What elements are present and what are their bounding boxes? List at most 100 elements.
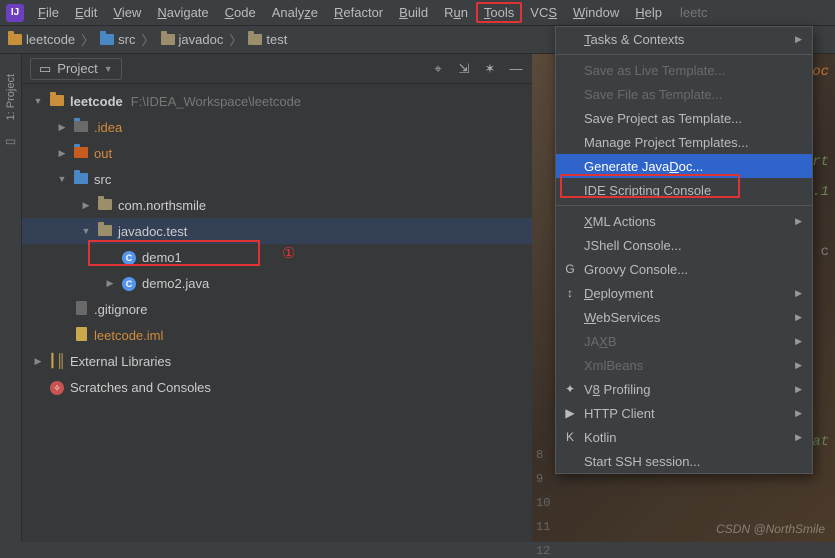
menu-bar: IJ File Edit View Navigate Code Analyze … xyxy=(0,0,835,26)
line-number: 10 xyxy=(536,496,550,510)
menu-navigate[interactable]: Navigate xyxy=(149,2,216,23)
structure-tool-icon[interactable]: ▭ xyxy=(4,134,18,148)
menu-view[interactable]: View xyxy=(105,2,149,23)
tools-menu-dropdown: Tasks & Contexts▶ Save as Live Template..… xyxy=(555,26,813,474)
menu-run[interactable]: Run xyxy=(436,2,476,23)
menu-item-generate-javadoc[interactable]: Generate JavaDoc... xyxy=(556,154,812,178)
tree-node-idea[interactable]: .idea xyxy=(22,114,532,140)
menu-item-jshell-console[interactable]: JShell Console... xyxy=(556,233,812,257)
library-icon: ┃║ xyxy=(48,353,66,369)
menu-refactor[interactable]: Refactor xyxy=(326,2,391,23)
submenu-arrow-icon: ▶ xyxy=(795,34,802,45)
settings-gear-icon[interactable]: ✶ xyxy=(482,61,498,77)
tree-node-out[interactable]: out xyxy=(22,140,532,166)
menu-item-start-ssh-session[interactable]: Start SSH session... xyxy=(556,449,812,473)
menu-item-icon: K xyxy=(562,430,578,444)
menu-item-jaxb: JAXB▶ xyxy=(556,329,812,353)
project-tree[interactable]: leetcodeF:\IDEA_Workspace\leetcode .idea… xyxy=(22,84,532,404)
menu-item-kotlin[interactable]: K Kotlin ▶ xyxy=(556,425,812,449)
menu-item-label: HTTP Client xyxy=(584,406,655,421)
menu-item-label: Start SSH session... xyxy=(584,454,700,469)
tree-node-iml[interactable]: leetcode.iml xyxy=(22,322,532,348)
breadcrumb-item[interactable]: leetcode〉 xyxy=(8,30,96,49)
tool-window-header: ▭ Project ▼ ⌖ ⇲ ✶ — xyxy=(22,54,532,84)
menu-item-icon: ↕ xyxy=(562,286,578,300)
tree-node-scratches[interactable]: ✧ Scratches and Consoles xyxy=(22,374,532,400)
menu-item-v8-profiling[interactable]: ✦V8 Profiling▶ xyxy=(556,377,812,401)
scratch-icon: ✧ xyxy=(50,381,64,395)
menu-vcs[interactable]: VCS xyxy=(522,2,565,23)
menu-item-tasks-contexts[interactable]: Tasks & Contexts▶ xyxy=(556,27,812,51)
menu-item-http-client[interactable]: ▶HTTP Client▶ xyxy=(556,401,812,425)
submenu-arrow-icon: ▶ xyxy=(795,432,802,443)
package-icon xyxy=(98,199,112,210)
menu-item-save-project-as-template[interactable]: Save Project as Template... xyxy=(556,106,812,130)
menu-item-label: Kotlin xyxy=(584,430,617,445)
menu-item-icon: G xyxy=(562,262,578,276)
tree-node-project-root[interactable]: leetcodeF:\IDEA_Workspace\leetcode xyxy=(22,88,532,114)
folder-icon xyxy=(74,147,88,158)
menu-file[interactable]: File xyxy=(30,2,67,23)
menu-window[interactable]: Window xyxy=(565,2,627,23)
class-icon: C xyxy=(122,251,136,265)
breadcrumb-item[interactable]: test xyxy=(248,32,287,47)
menu-item-ide-scripting-console[interactable]: IDE Scripting Console xyxy=(556,178,812,202)
select-opened-file-icon[interactable]: ⌖ xyxy=(430,61,446,77)
menu-help[interactable]: Help xyxy=(627,2,670,23)
expand-all-icon[interactable]: ⇲ xyxy=(456,61,472,77)
menu-item-save-as-live-template: Save as Live Template... xyxy=(556,58,812,82)
tree-node-src[interactable]: src xyxy=(22,166,532,192)
line-number: 11 xyxy=(536,520,550,534)
menu-item-xmlbeans: XmlBeans▶ xyxy=(556,353,812,377)
menu-analyze[interactable]: Analyze xyxy=(264,2,326,23)
package-icon xyxy=(98,225,112,236)
menu-code[interactable]: Code xyxy=(217,2,264,23)
menu-item-label: JAXB xyxy=(584,334,617,349)
line-number: 12 xyxy=(536,544,550,558)
tree-node-package[interactable]: com.northsmile xyxy=(22,192,532,218)
tree-node-javadoc-test[interactable]: javadoc.test xyxy=(22,218,532,244)
project-name-label: leetc xyxy=(680,5,707,20)
menu-item-deployment[interactable]: ↕ Deployment ▶ xyxy=(556,281,812,305)
project-view-icon: ▭ xyxy=(39,61,51,77)
menu-item-label: Save File as Template... xyxy=(584,87,723,102)
submenu-arrow-icon: ▶ xyxy=(795,216,802,227)
breadcrumb-item[interactable]: src〉 xyxy=(100,30,156,49)
menu-build[interactable]: Build xyxy=(391,2,436,23)
menu-separator xyxy=(556,54,812,55)
menu-item-label: WebServices xyxy=(584,310,660,325)
code-fragment: c xyxy=(821,244,829,260)
tool-window-stripe: 1: Project ▭ xyxy=(0,54,22,542)
line-number: 8 xyxy=(536,448,543,462)
menu-tools[interactable]: Tools xyxy=(476,2,522,23)
module-icon xyxy=(50,95,64,106)
line-number: 9 xyxy=(536,472,543,486)
breadcrumb-item[interactable]: javadoc〉 xyxy=(161,30,245,49)
menu-item-icon: ✦ xyxy=(562,382,578,396)
menu-item-label: Deployment xyxy=(584,286,653,301)
menu-edit[interactable]: Edit xyxy=(67,2,105,23)
code-fragment: at xyxy=(812,434,829,450)
tree-node-gitignore[interactable]: .gitignore xyxy=(22,296,532,322)
menu-item-label: Save Project as Template... xyxy=(584,111,742,126)
watermark-label: CSDN @NorthSmile xyxy=(716,522,825,536)
class-icon: C xyxy=(122,277,136,291)
tree-node-class[interactable]: C demo2.java xyxy=(22,270,532,296)
folder-icon xyxy=(74,121,88,132)
menu-item-webservices[interactable]: WebServices▶ xyxy=(556,305,812,329)
menu-item-groovy-console[interactable]: GGroovy Console... xyxy=(556,257,812,281)
hide-tool-window-icon[interactable]: — xyxy=(508,61,524,76)
submenu-arrow-icon: ▶ xyxy=(795,360,802,371)
panel-title-label: Project xyxy=(57,61,97,76)
project-tool-button[interactable]: 1: Project xyxy=(5,74,17,120)
tree-node-external-libraries[interactable]: ┃║ External Libraries xyxy=(22,348,532,374)
menu-item-manage-project-templates[interactable]: Manage Project Templates... xyxy=(556,130,812,154)
tree-node-class[interactable]: C demo1 xyxy=(22,244,532,270)
menu-item-xml-actions[interactable]: XML Actions▶ xyxy=(556,209,812,233)
view-combo[interactable]: ▭ Project ▼ xyxy=(30,58,122,80)
menu-item-label: Generate JavaDoc... xyxy=(584,159,703,174)
package-icon xyxy=(161,34,175,45)
submenu-arrow-icon: ▶ xyxy=(795,288,802,299)
package-icon xyxy=(248,34,262,45)
menu-item-save-file-as-template: Save File as Template... xyxy=(556,82,812,106)
